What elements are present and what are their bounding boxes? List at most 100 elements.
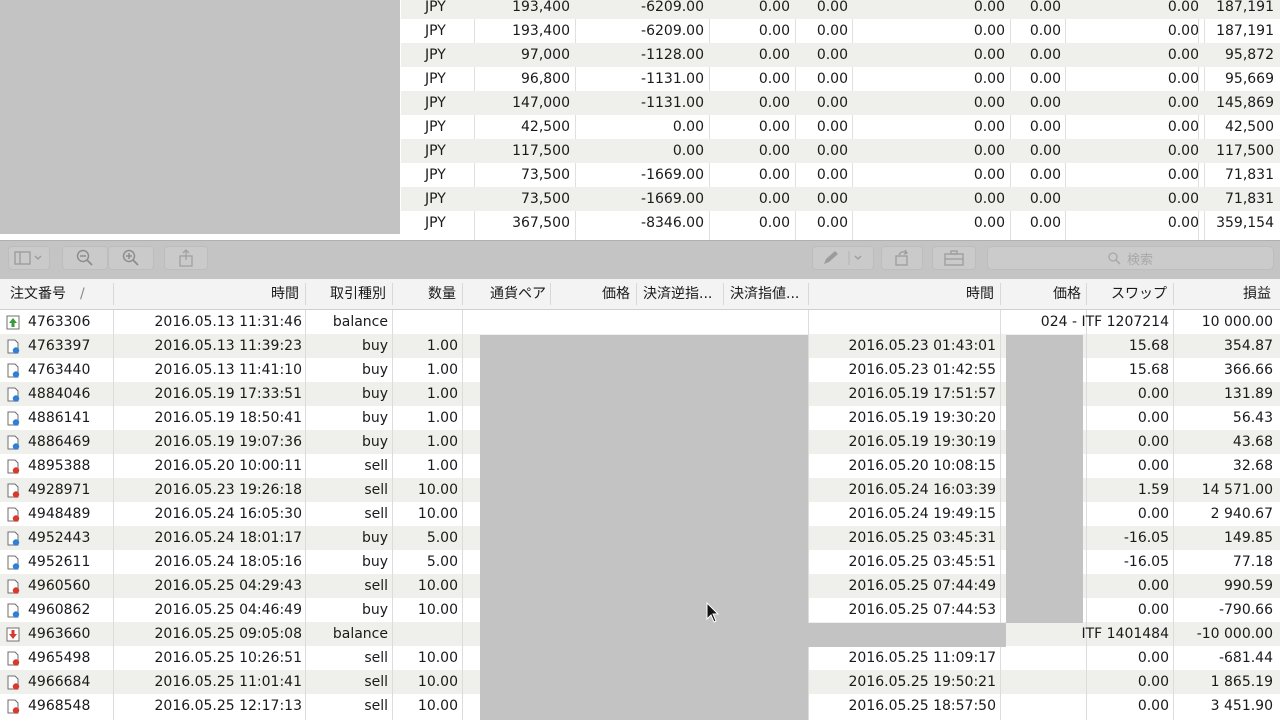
cell-profit: 354.87 — [1224, 338, 1273, 354]
header-volume[interactable]: 数量 — [393, 279, 456, 309]
cell-volume: 5.00 — [426, 554, 458, 570]
cell-open-time: 2016.05.24 18:05:16 — [154, 554, 303, 570]
top-report-panel: JPY 193,400 -6209.00 0.00 0.00 0.00 0.00 0.00 18… — [0, 0, 1280, 240]
cell-close-time: 2016.05.19 17:51:57 — [848, 386, 997, 402]
summary-cell-c9: 187,191 — [1216, 0, 1274, 15]
table-header: 注文番号 / 時間 取引種別 数量 通貨ペア 価格 決済逆指... 決済指値..… — [0, 279, 1280, 310]
header-sl[interactable]: 決済逆指... — [643, 279, 721, 309]
cell-volume: 1.00 — [426, 338, 458, 354]
cell-comment: ITF 1401484 — [1081, 626, 1169, 642]
cell-type: sell — [364, 482, 388, 498]
summary-row: JPY 97,000 -1128.00 0.00 0.00 0.00 0.00 0.00 95,… — [401, 43, 1280, 67]
toolbox-button[interactable] — [932, 246, 976, 270]
cell-order: 4763397 — [28, 338, 91, 354]
cell-order: 4895388 — [28, 458, 91, 474]
summary-row: JPY 193,400 -6209.00 0.00 0.00 0.00 0.00 0.00 18… — [401, 19, 1280, 43]
zoom-in-icon — [122, 249, 139, 266]
cell-order: 4886469 — [28, 434, 91, 450]
cell-open-time: 2016.05.25 09:05:08 — [154, 626, 303, 642]
header-open-time[interactable]: 時間 — [114, 279, 299, 309]
summary-cell-c7: 0.00 — [1029, 95, 1061, 111]
redacted-region — [480, 335, 808, 720]
summary-cell-c3: -1131.00 — [641, 71, 704, 87]
summary-cell-c5: 0.00 — [816, 167, 848, 183]
rotate-button[interactable] — [881, 246, 923, 270]
cell-open-time: 2016.05.25 12:17:13 — [154, 698, 303, 714]
buy-order-icon — [7, 435, 20, 450]
cell-close-time: 2016.05.25 18:57:50 — [848, 698, 997, 714]
summary-cell-c5: 0.00 — [816, 71, 848, 87]
cell-order: 4952611 — [28, 554, 91, 570]
cell-order: 4960560 — [28, 578, 91, 594]
cell-volume: 1.00 — [426, 434, 458, 450]
mouse-cursor-icon — [706, 602, 720, 623]
cell-profit: 990.59 — [1224, 578, 1273, 594]
cell-open-time: 2016.05.20 10:00:11 — [154, 458, 303, 474]
summary-cell-c5: 0.00 — [816, 0, 848, 15]
summary-cell-c9: 71,831 — [1225, 167, 1274, 183]
summary-cell-c9: 95,872 — [1225, 47, 1274, 63]
share-button[interactable] — [164, 246, 208, 270]
cell-close-time: 2016.05.19 19:30:20 — [848, 410, 997, 426]
annotate-button[interactable] — [812, 246, 874, 270]
header-profit[interactable]: 損益 — [1174, 279, 1271, 309]
cell-type: sell — [364, 506, 388, 522]
zoom-out-button[interactable] — [62, 246, 108, 270]
cell-type: buy — [361, 362, 388, 378]
header-price[interactable]: 価格 — [551, 279, 630, 309]
cell-swap: 0.00 — [1137, 506, 1169, 522]
cell-type: buy — [361, 338, 388, 354]
summary-cell-c3: -1128.00 — [641, 47, 704, 63]
summary-cell-c8: 0.00 — [1167, 167, 1199, 183]
summary-row: JPY 73,500 -1669.00 0.00 0.00 0.00 0.00 0.00 71,… — [401, 187, 1280, 211]
cell-open-time: 2016.05.19 17:33:51 — [154, 386, 303, 402]
cell-close-time: 2016.05.19 19:30:19 — [848, 434, 997, 450]
summary-cell-c8: 0.00 — [1167, 143, 1199, 159]
summary-cell-c2: 96,800 — [521, 71, 570, 87]
sell-order-icon — [7, 675, 20, 690]
summary-cell-c3: -6209.00 — [641, 0, 704, 15]
cell-order: 4763440 — [28, 362, 91, 378]
cell-swap: -16.05 — [1123, 554, 1169, 570]
cell-profit: 2 940.67 — [1210, 506, 1273, 522]
summary-cell-c4: 0.00 — [758, 0, 790, 15]
zoom-in-button[interactable] — [108, 246, 154, 270]
header-close-price[interactable]: 価格 — [1001, 279, 1081, 309]
summary-cell-c4: 0.00 — [758, 47, 790, 63]
cell-type: sell — [364, 458, 388, 474]
summary-cell-c5: 0.00 — [816, 47, 848, 63]
table-row[interactable]: 4763306 2016.05.13 11:31:46 balance 10 000.… — [0, 310, 1280, 334]
cell-swap: 0.00 — [1137, 698, 1169, 714]
header-swap[interactable]: スワップ — [1087, 279, 1167, 309]
buy-order-icon — [7, 339, 20, 354]
summary-cell-c4: 0.00 — [758, 71, 790, 87]
buy-order-icon — [7, 411, 20, 426]
cell-swap: 0.00 — [1137, 458, 1169, 474]
summary-cell-c2: 42,500 — [521, 119, 570, 135]
buy-order-icon — [7, 363, 20, 378]
sell-order-icon — [7, 507, 20, 522]
sell-order-icon — [7, 579, 20, 594]
summary-cell-c2: 73,500 — [521, 191, 570, 207]
cell-order: 4763306 — [28, 314, 91, 330]
sort-indicator-icon: / — [80, 286, 85, 302]
header-order[interactable]: 注文番号 — [10, 279, 80, 309]
summary-cell-c2: 147,000 — [512, 95, 570, 111]
redacted-region — [0, 0, 400, 234]
header-tp[interactable]: 決済指値... — [730, 279, 808, 309]
summary-cell-c6: 0.00 — [973, 119, 1005, 135]
cell-volume: 1.00 — [426, 458, 458, 474]
deposit-icon — [6, 315, 20, 330]
search-input[interactable]: 検索 — [987, 246, 1274, 270]
withdrawal-icon — [6, 627, 20, 642]
summary-cell-c8: 0.00 — [1167, 191, 1199, 207]
cell-order: 4965498 — [28, 650, 91, 666]
header-close-time[interactable]: 時間 — [809, 279, 994, 309]
cell-order: 4928971 — [28, 482, 91, 498]
header-type[interactable]: 取引種別 — [306, 279, 386, 309]
sell-order-icon — [7, 651, 20, 666]
summary-cell-currency: JPY — [425, 167, 446, 183]
summary-cell-c6: 0.00 — [973, 143, 1005, 159]
cell-open-time: 2016.05.13 11:31:46 — [154, 314, 303, 330]
sidebar-toggle-button[interactable] — [8, 246, 50, 270]
